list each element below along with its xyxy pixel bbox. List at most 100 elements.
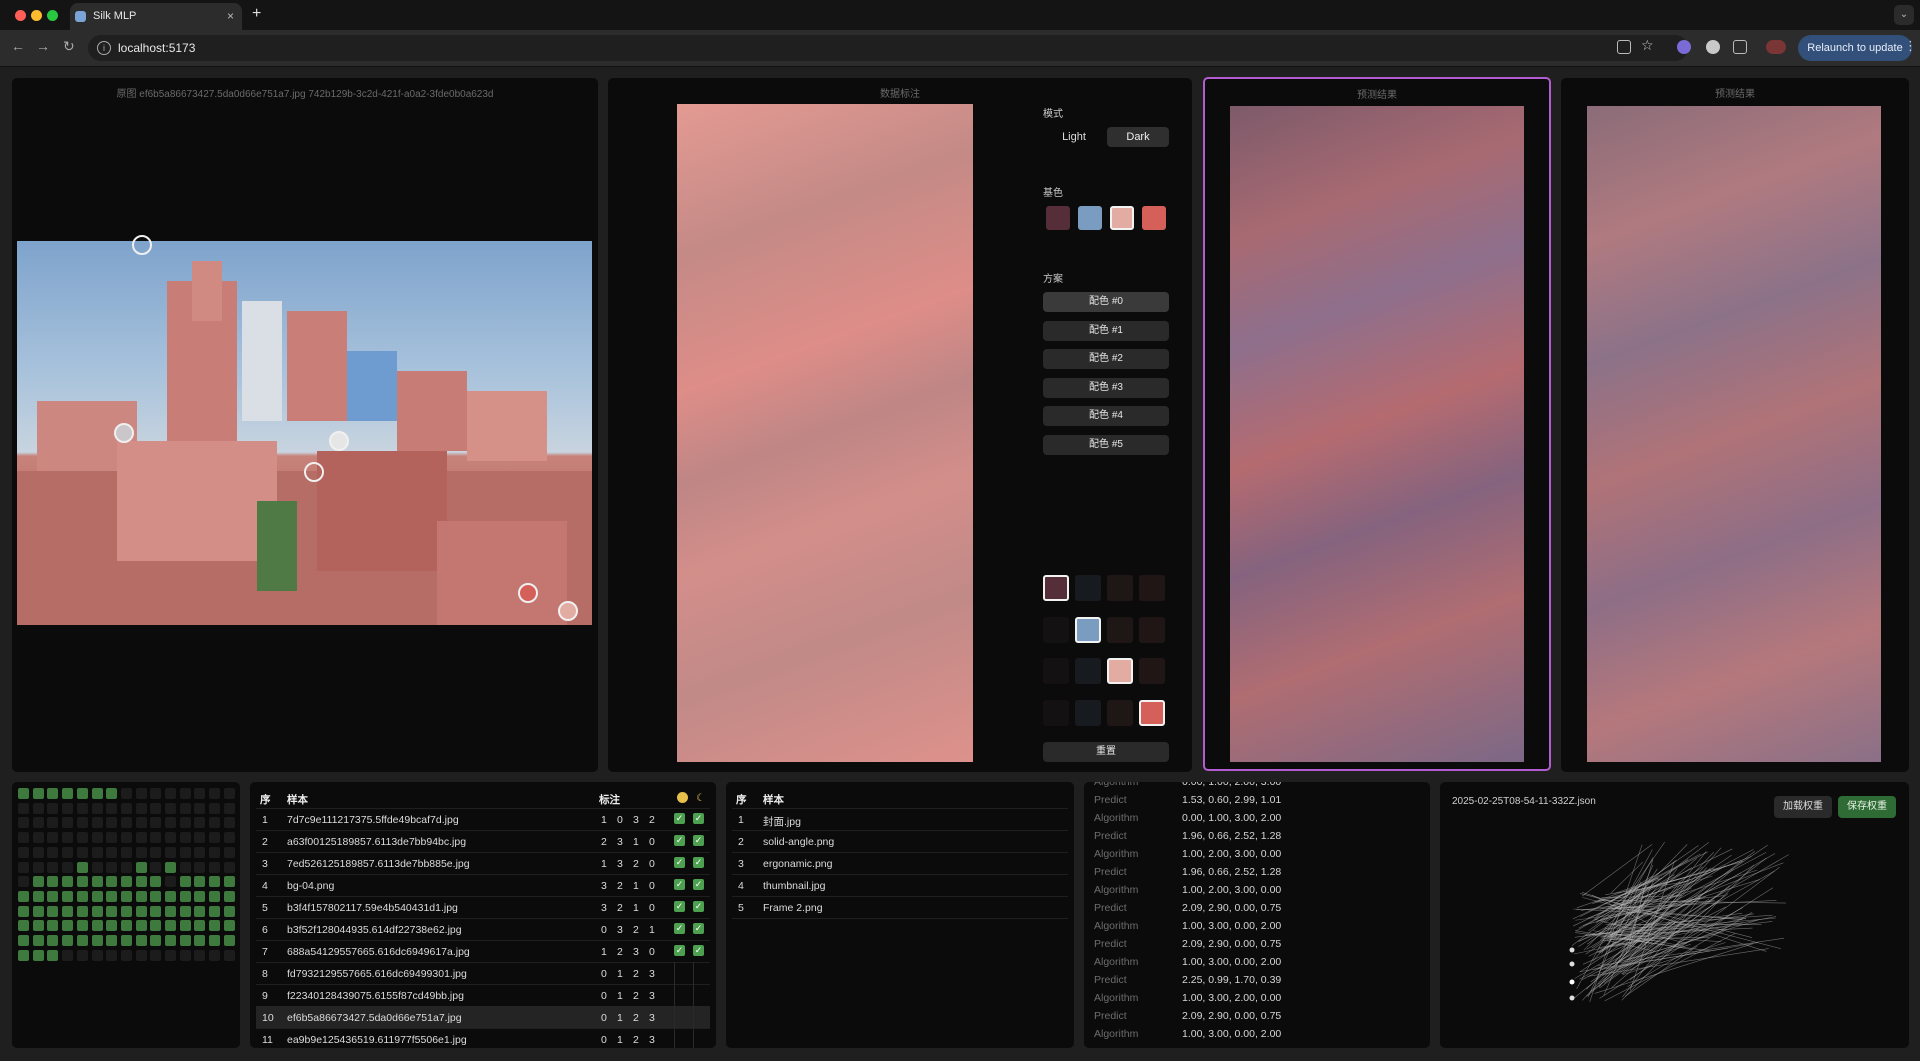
color-pick-handle[interactable] [132, 235, 152, 255]
grid-cell[interactable] [223, 846, 235, 858]
mapping-cell[interactable] [1107, 700, 1133, 726]
dark-checked-icon[interactable]: ✓ [693, 901, 704, 912]
grid-cell[interactable] [32, 890, 44, 902]
grid-cell[interactable] [120, 846, 132, 858]
grid-cell[interactable] [32, 920, 44, 932]
grid-cell[interactable] [62, 846, 74, 858]
mapping-cell[interactable] [1139, 700, 1165, 726]
grid-cell[interactable] [179, 846, 191, 858]
grid-cell[interactable] [76, 846, 88, 858]
grid-cell[interactable] [62, 890, 74, 902]
grid-cell[interactable] [179, 920, 191, 932]
address-bar[interactable]: i localhost:5173 [88, 35, 1688, 61]
grid-cell[interactable] [91, 876, 103, 888]
mode-light-option[interactable]: Light [1043, 127, 1105, 147]
extension-icon[interactable] [1677, 40, 1691, 54]
table-row[interactable]: 11 ea9b9e125436519.611977f5506e1.jpg 0 1 2 3 [256, 1028, 710, 1048]
grid-cell[interactable] [47, 788, 59, 799]
base-color-swatch-selected[interactable] [1110, 206, 1134, 230]
grid-cell[interactable] [47, 949, 59, 961]
dark-checked-icon[interactable]: ✓ [693, 857, 704, 868]
grid-cell[interactable] [91, 802, 103, 814]
grid-cell[interactable] [194, 802, 206, 814]
table-row[interactable]: 5 Frame 2.png [732, 896, 1068, 919]
grid-cell[interactable] [194, 832, 206, 844]
light-checked-icon[interactable]: ✓ [674, 857, 685, 868]
color-pick-handle[interactable] [518, 583, 538, 603]
grid-cell[interactable] [76, 935, 88, 946]
grid-cell[interactable] [223, 920, 235, 932]
scheme-button-0[interactable]: 配色 #0 [1043, 292, 1169, 312]
grid-cell[interactable] [209, 905, 221, 917]
prediction-panel-selected[interactable]: 预测结果 [1203, 77, 1551, 771]
grid-cell[interactable] [209, 802, 221, 814]
grid-cell[interactable] [150, 890, 162, 902]
grid-cell[interactable] [223, 861, 235, 873]
new-tab-button[interactable]: + [252, 5, 261, 23]
grid-cell[interactable] [32, 876, 44, 888]
grid-cell[interactable] [223, 905, 235, 917]
grid-cell[interactable] [135, 802, 147, 814]
grid-cell[interactable] [91, 861, 103, 873]
grid-cell[interactable] [223, 949, 235, 961]
grid-cell[interactable] [223, 876, 235, 888]
grid-cell[interactable] [194, 876, 206, 888]
grid-cell[interactable] [76, 802, 88, 814]
grid-cell[interactable] [194, 905, 206, 917]
grid-cell[interactable] [91, 817, 103, 829]
grid-cell[interactable] [194, 846, 206, 858]
grid-cell[interactable] [76, 788, 88, 799]
mapping-cell[interactable] [1107, 658, 1133, 684]
grid-cell[interactable] [209, 890, 221, 902]
grid-cell[interactable] [150, 949, 162, 961]
color-pick-handle[interactable] [558, 601, 578, 621]
dark-unchecked-cell[interactable] [693, 962, 694, 984]
light-unchecked-cell[interactable] [674, 1006, 675, 1028]
mapping-cell[interactable] [1043, 658, 1069, 684]
grid-cell[interactable] [62, 876, 74, 888]
grid-cell[interactable] [223, 802, 235, 814]
light-checked-icon[interactable]: ✓ [674, 813, 685, 824]
grid-cell[interactable] [106, 935, 118, 946]
mapping-cell[interactable] [1139, 575, 1165, 601]
grid-cell[interactable] [91, 890, 103, 902]
dark-unchecked-cell[interactable] [693, 1028, 694, 1048]
extension-record-icon[interactable] [1706, 40, 1720, 54]
grid-cell[interactable] [32, 788, 44, 799]
grid-cell[interactable] [91, 788, 103, 799]
grid-cell[interactable] [47, 861, 59, 873]
table-row[interactable]: 5 b3f4f157802117.59e4b540431d1.jpg 3 2 1 0 ✓ ✓ [256, 896, 710, 919]
light-unchecked-cell[interactable] [674, 984, 675, 1006]
grid-cell[interactable] [32, 935, 44, 946]
reload-icon[interactable]: ↻ [63, 38, 75, 55]
grid-cell[interactable] [120, 876, 132, 888]
grid-cell[interactable] [62, 949, 74, 961]
grid-cell[interactable] [91, 935, 103, 946]
grid-cell[interactable] [150, 905, 162, 917]
grid-cell[interactable] [209, 817, 221, 829]
grid-cell[interactable] [76, 832, 88, 844]
grid-cell[interactable] [165, 817, 176, 829]
grid-cell[interactable] [62, 788, 74, 799]
grid-cell[interactable] [47, 905, 59, 917]
grid-cell[interactable] [91, 905, 103, 917]
grid-cell[interactable] [194, 935, 206, 946]
grid-cell[interactable] [165, 861, 176, 873]
grid-cell[interactable] [47, 920, 59, 932]
grid-cell[interactable] [223, 890, 235, 902]
grid-cell[interactable] [76, 876, 88, 888]
grid-cell[interactable] [18, 832, 29, 844]
base-color-swatch[interactable] [1046, 206, 1070, 230]
grid-cell[interactable] [76, 890, 88, 902]
grid-cell[interactable] [194, 949, 206, 961]
grid-cell[interactable] [18, 920, 29, 932]
grid-cell[interactable] [209, 832, 221, 844]
grid-cell[interactable] [91, 846, 103, 858]
grid-cell[interactable] [18, 817, 29, 829]
grid-cell[interactable] [150, 876, 162, 888]
grid-cell[interactable] [179, 832, 191, 844]
mapping-cell[interactable] [1075, 700, 1101, 726]
grid-cell[interactable] [194, 920, 206, 932]
grid-cell[interactable] [47, 935, 59, 946]
grid-cell[interactable] [32, 949, 44, 961]
